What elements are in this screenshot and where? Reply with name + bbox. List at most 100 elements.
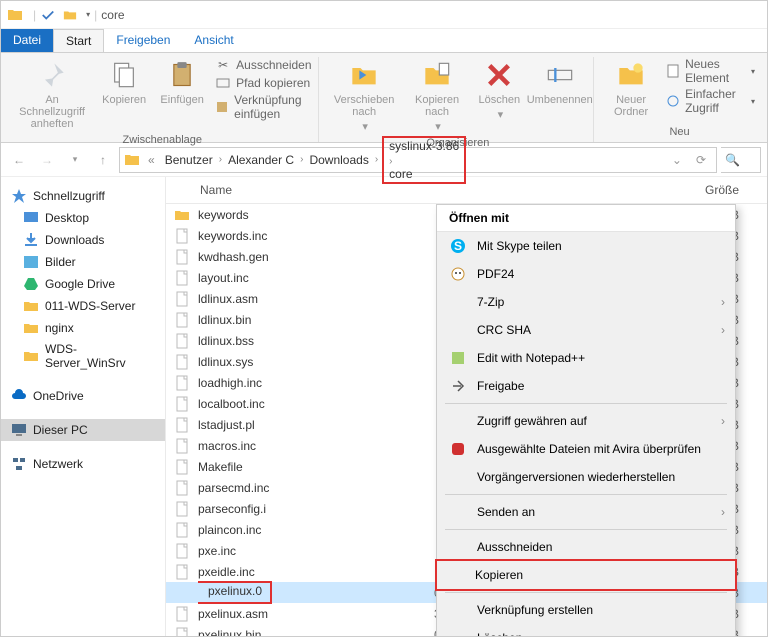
ctx-avira[interactable]: Ausgewählte Dateien mit Avira überprüfen [437,435,735,463]
ctx-delete[interactable]: Löschen [437,624,735,636]
file-name: pxelinux.asm [198,607,434,621]
blank-icon [449,468,467,486]
copy-path-item[interactable]: Pfad kopieren [215,75,311,91]
desktop-icon [23,210,39,226]
ctx-separator [445,494,727,495]
folder-small-icon[interactable] [62,7,78,23]
file-name: layout.inc [198,271,434,285]
crumb-syslinux[interactable]: syslinux-3.86 [387,139,461,153]
col-name[interactable]: Name [174,183,434,197]
qat-dropdown-icon[interactable]: ▾ [86,10,90,19]
submenu-arrow-icon: › [721,505,725,519]
file-icon [174,396,190,412]
delete-button[interactable]: Löschen▾ [474,57,524,123]
nav-desktop[interactable]: Desktop [1,207,165,229]
copy-button[interactable]: Kopieren [99,57,149,108]
crumb-benutzer[interactable]: Benutzer [163,153,215,167]
ctx-crcsha[interactable]: CRC SHA› [437,316,735,344]
nav-forward-button[interactable]: → [35,148,59,172]
nav-this-pc[interactable]: Dieser PC [1,419,165,441]
ctx-cut[interactable]: Ausschneiden [437,533,735,561]
nav-quick-access[interactable]: Schnellzugriff [1,185,165,207]
new-item[interactable]: Neues Element▾ [666,57,755,85]
ctx-send-to[interactable]: Senden an› [437,498,735,526]
search-box[interactable]: 🔍 [721,147,761,173]
submenu-arrow-icon: › [721,295,725,309]
file-icon [174,375,190,391]
tab-view[interactable]: Ansicht [182,29,245,52]
breadcrumb[interactable]: « Benutzer› Alexander C› Downloads› sysl… [119,147,717,173]
nav-nginx[interactable]: nginx [1,317,165,339]
path-icon [215,75,231,91]
tab-start[interactable]: Start [53,29,104,52]
ctx-skype[interactable]: SMit Skype teilen [437,232,735,260]
nav-wds[interactable]: 011-WDS-Server [1,295,165,317]
col-size[interactable]: Größe [704,183,759,197]
ctx-notepadpp[interactable]: Edit with Notepad++ [437,344,735,372]
refresh-button[interactable]: ⟳ [690,153,712,167]
svg-text:S: S [454,239,462,253]
new-folder-button[interactable]: Neuer Ordner [604,57,658,120]
breadcrumb-dropdown[interactable]: ⌄ [666,153,688,167]
nav-up-button[interactable]: ↑ [91,148,115,172]
file-name: keywords [198,208,434,222]
nav-wdssrv[interactable]: WDS-Server_WinSrv [1,339,165,373]
ribbon-group-new: Neuer Ordner Neues Element▾ Einfacher Zu… [598,57,761,142]
rename-button[interactable]: Umbenennen [532,57,587,108]
check-icon[interactable] [40,7,56,23]
nav-network[interactable]: Netzwerk [1,453,165,475]
move-to-button[interactable]: Verschieben nach▾ [329,57,400,135]
nav-onedrive[interactable]: OneDrive [1,385,165,407]
ctx-create-shortcut[interactable]: Verknüpfung erstellen [437,596,735,624]
nav-downloads[interactable]: Downloads [1,229,165,251]
col-type[interactable] [574,183,704,197]
file-name: kwdhash.gen [198,250,434,264]
download-icon [23,232,39,248]
ribbon-group-clipboard: An Schnellzugriff anheften Kopieren Einf… [7,57,319,142]
nav-pictures[interactable]: Bilder [1,251,165,273]
crumb-user[interactable]: Alexander C [226,153,296,167]
file-name: ldlinux.bin [198,313,434,327]
gdrive-icon [23,276,39,292]
nav-recent-button[interactable]: ▾ [63,148,87,172]
file-icon [174,291,190,307]
pin-button[interactable]: An Schnellzugriff anheften [13,57,91,132]
context-menu: Öffnen mit SMit Skype teilen PDF24 7-Zip… [436,204,736,636]
ctx-grant-access[interactable]: Zugriff gewähren auf› [437,407,735,435]
nav-gdrive[interactable]: Google Drive [1,273,165,295]
paste-button[interactable]: Einfügen [157,57,207,108]
tab-file[interactable]: Datei [1,29,53,52]
overflow-chevron[interactable]: « [142,153,161,167]
easy-access-item[interactable]: Einfacher Zugriff▾ [666,87,755,115]
column-headers[interactable]: Name Größe [166,177,767,204]
file-name: ldlinux.asm [198,292,434,306]
blank-icon [449,601,467,619]
ctx-copy[interactable]: Kopieren [435,559,737,591]
cut-item[interactable]: ✂Ausschneiden [215,57,311,73]
crumb-downloads[interactable]: Downloads [307,153,370,167]
share-icon [449,377,467,395]
paste-icon [166,59,198,91]
ctx-open-with[interactable]: Öffnen mit [437,205,735,232]
tab-share[interactable]: Freigeben [104,29,182,52]
col-date[interactable] [434,183,574,197]
ctx-share[interactable]: Freigabe [437,372,735,400]
paste-shortcut-item[interactable]: Verknüpfung einfügen [215,93,311,121]
file-icon [174,249,190,265]
ribbon-tabs: Datei Start Freigeben Ansicht [1,29,767,53]
ctx-7zip[interactable]: 7-Zip› [437,288,735,316]
file-name: parseconfig.i [198,502,434,516]
file-name: plaincon.inc [198,523,434,537]
submenu-arrow-icon: › [721,414,725,428]
address-bar: ← → ▾ ↑ « Benutzer› Alexander C› Downloa… [1,143,767,177]
easy-access-icon [666,93,680,109]
blank-icon [449,293,467,311]
copy-to-button[interactable]: Kopieren nach▾ [408,57,467,135]
file-icon [174,543,190,559]
nav-back-button[interactable]: ← [7,148,31,172]
ctx-pdf24[interactable]: PDF24 [437,260,735,288]
ctx-restore-versions[interactable]: Vorgängerversionen wiederherstellen [437,463,735,491]
nav-tree: Schnellzugriff Desktop Downloads Bilder … [1,177,166,636]
file-name: loadhigh.inc [198,376,434,390]
blank-icon [449,503,467,521]
